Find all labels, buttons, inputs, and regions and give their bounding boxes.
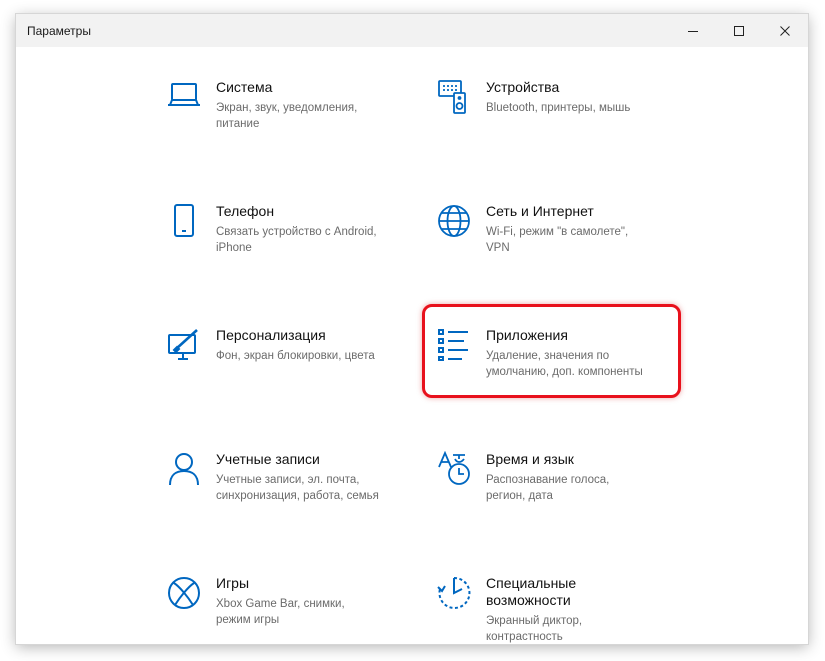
tile-title: Приложения	[486, 327, 568, 343]
tile-desc: Wi-Fi, режим "в самолете",	[486, 226, 629, 238]
tile-network[interactable]: Сеть и Интернет Wi-Fi, режим "в самолете…	[436, 203, 686, 293]
tile-title: Специальные	[486, 575, 577, 591]
tile-desc: умолчанию, доп. компоненты	[486, 366, 643, 378]
settings-window: Параметры Система Экран, звук, уведомлен…	[16, 14, 808, 644]
minimize-icon	[688, 30, 698, 32]
tile-title: Игры	[216, 575, 250, 591]
devices-icon	[436, 79, 472, 115]
tile-title: Персонализация	[216, 327, 326, 343]
tile-desc: Xbox Game Bar, снимки,	[216, 598, 345, 610]
tile-title: Телефон	[216, 203, 275, 219]
tile-devices[interactable]: Устройства Bluetooth, принтеры, мышь	[436, 79, 686, 169]
tile-desc: Bluetooth, принтеры, мышь	[486, 102, 631, 114]
tile-desc: Распознавание голоса,	[486, 474, 610, 486]
personalization-icon	[166, 327, 202, 363]
tile-desc: Фон, экран блокировки, цвета	[216, 350, 375, 362]
close-icon	[780, 25, 790, 36]
accessibility-timer-icon	[436, 575, 472, 611]
tile-desc: Связать устройство с Android,	[216, 226, 377, 238]
tile-desc: VPN	[486, 242, 510, 254]
tile-title: Учетные записи	[216, 451, 320, 467]
tile-title: Устройства	[486, 79, 560, 95]
tile-accessibility[interactable]: Специальные возможности Экранный диктор, к…	[436, 575, 686, 644]
tile-desc: регион, дата	[486, 490, 553, 502]
tile-desc: Экранный диктор,	[486, 615, 583, 627]
tile-desc: Экран, звук, уведомления,	[216, 102, 358, 114]
tile-gaming[interactable]: Игры Xbox Game Bar, снимки, режим игры	[166, 575, 416, 644]
tile-desc: Удаление, значения по	[486, 350, 610, 362]
phone-icon	[166, 203, 202, 239]
xbox-icon	[166, 575, 202, 611]
apps-list-icon	[436, 327, 472, 363]
laptop-icon	[166, 79, 202, 115]
tile-time-language[interactable]: Время и язык Распознавание голоса, регион…	[436, 451, 686, 541]
tile-desc: синхронизация, работа, семья	[216, 490, 379, 502]
tile-desc: питание	[216, 118, 260, 130]
globe-icon	[436, 203, 472, 239]
tile-phone[interactable]: Телефон Связать устройство с Android, iPh…	[166, 203, 416, 293]
tile-desc: режим игры	[216, 614, 280, 626]
maximize-icon	[734, 25, 744, 36]
tile-desc: контрастность	[486, 631, 563, 643]
window-title: Параметры	[27, 24, 91, 38]
settings-grid: Система Экран, звук, уведомления, питание…	[16, 47, 808, 644]
close-button[interactable]	[762, 14, 808, 47]
maximize-button[interactable]	[716, 14, 762, 47]
tile-system[interactable]: Система Экран, звук, уведомления, питание	[166, 79, 416, 169]
tile-accounts[interactable]: Учетные записи Учетные записи, эл. почта…	[166, 451, 416, 541]
time-language-icon	[436, 451, 472, 487]
tile-title: Время и язык	[486, 451, 574, 467]
minimize-button[interactable]	[670, 14, 716, 47]
tile-title: Сеть и Интернет	[486, 203, 594, 219]
person-icon	[166, 451, 202, 487]
title-bar[interactable]: Параметры	[16, 14, 808, 47]
tile-title: возможности	[486, 592, 571, 608]
tile-personalization[interactable]: Персонализация Фон, экран блокировки, цв…	[166, 327, 416, 417]
tile-desc: Учетные записи, эл. почта,	[216, 474, 360, 486]
tile-desc: iPhone	[216, 242, 252, 254]
tile-apps[interactable]: Приложения Удаление, значения по умолчани…	[436, 327, 686, 417]
tile-title: Система	[216, 79, 273, 95]
